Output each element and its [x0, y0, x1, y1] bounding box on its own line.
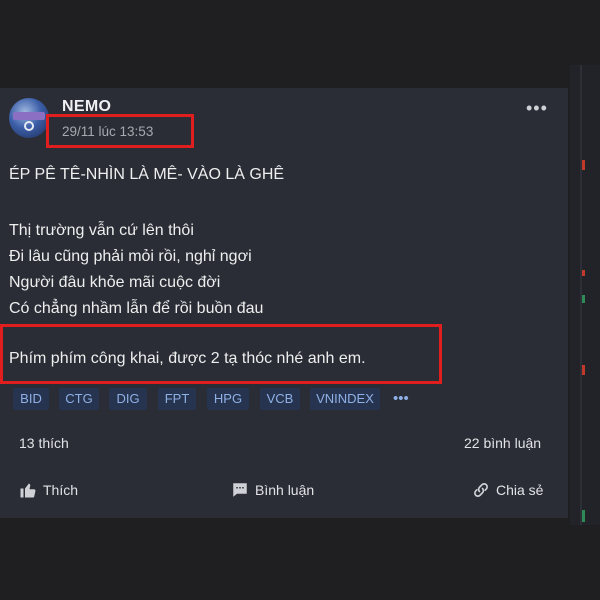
poem-line: Đi lâu cũng phải mỏi rồi, nghỉ ngơi: [9, 248, 252, 265]
tag-ctg[interactable]: CTG: [59, 388, 99, 410]
poem-line: Thị trường vẫn cứ lên thôi: [9, 222, 194, 239]
tag-bid[interactable]: BID: [13, 388, 49, 410]
share-label: Chia sẻ: [496, 482, 544, 498]
more-tags-button[interactable]: •••: [393, 388, 409, 410]
like-count[interactable]: 13 thích: [19, 435, 69, 451]
more-options-icon[interactable]: •••: [526, 99, 548, 117]
poem-line: Có chẳng nhầm lẫn để rồi buồn đau: [9, 300, 264, 317]
tag-hpg[interactable]: HPG: [207, 388, 249, 410]
timestamp-highlight-box: [46, 114, 194, 148]
comment-icon: [233, 483, 247, 497]
post-title: ÉP PÊ TÊ-NHÌN LÀ MÊ- VÀO LÀ GHÊ: [9, 166, 285, 183]
comment-count[interactable]: 22 bình luận: [464, 435, 541, 451]
post-card: NEMO 29/11 lúc 13:53 ••• ÉP PÊ TÊ-NHÌN L…: [0, 88, 568, 518]
comment-label: Bình luận: [255, 482, 315, 498]
price-marker-red: [582, 365, 585, 375]
price-marker-green: [582, 295, 585, 303]
tag-vcb[interactable]: VCB: [260, 388, 300, 410]
tag-fpt[interactable]: FPT: [158, 388, 196, 410]
post-poem: Thị trường vẫn cứ lên thôi Đi lâu cũng p…: [9, 218, 263, 322]
poem-line: Người đâu khỏe mãi cuộc đời: [9, 274, 221, 291]
avatar-emblem: [24, 121, 34, 131]
price-marker-red: [582, 160, 585, 170]
price-marker-green: [582, 510, 585, 522]
share-icon: [474, 483, 488, 497]
avatar-banner: [13, 112, 45, 120]
price-marker-red: [582, 270, 585, 276]
background-panel: [570, 65, 600, 525]
tag-vnindex[interactable]: VNINDEX: [310, 388, 380, 410]
avatar[interactable]: [9, 98, 49, 138]
closing-highlight-box: [0, 324, 442, 384]
thumbs-up-icon: [20, 483, 36, 498]
tag-dig[interactable]: DIG: [109, 388, 147, 410]
like-label: Thích: [43, 482, 79, 498]
